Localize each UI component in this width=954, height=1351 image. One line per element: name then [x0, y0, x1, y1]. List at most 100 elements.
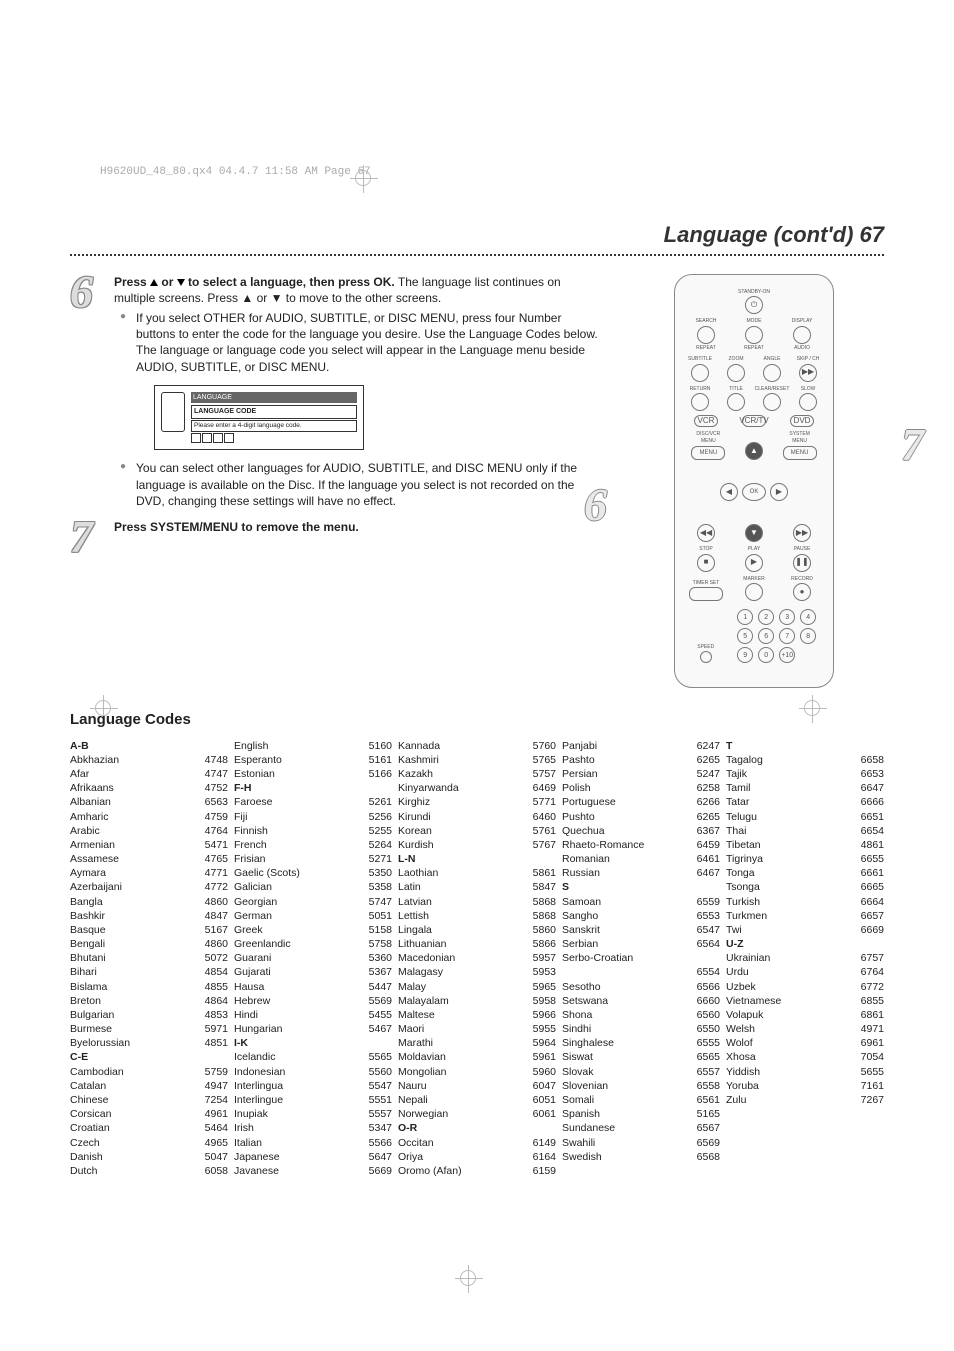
language-code: 5747 — [356, 895, 392, 909]
code-row: Interlingua5547 — [234, 1079, 392, 1093]
code-row: Kurdish5767 — [398, 838, 556, 852]
language-code: 6459 — [684, 838, 720, 852]
code-row: French5264 — [234, 838, 392, 852]
source-button: DVD — [790, 415, 814, 427]
language-code: 6757 — [848, 951, 884, 965]
row1-button — [697, 326, 715, 344]
language-name: Byelorussian — [70, 1036, 192, 1050]
code-column: TTagalog6658Tajik6653Tamil6647Tatar6666T… — [726, 739, 884, 1178]
row2-button — [691, 364, 709, 382]
number-button: +10 — [779, 647, 795, 663]
language-code: 5158 — [356, 923, 392, 937]
code-row: Finnish5255 — [234, 824, 392, 838]
number-button: 6 — [758, 628, 774, 644]
language-name: Dutch — [70, 1164, 192, 1178]
language-name: Sesotho — [562, 980, 684, 994]
language-code: 7267 — [848, 1093, 884, 1107]
code-row: Nepali6051 — [398, 1093, 556, 1107]
code-row: Norwegian6061 — [398, 1107, 556, 1121]
language-name: Abkhazian — [70, 753, 192, 767]
code-row: Tsonga6665 — [726, 880, 884, 894]
code-row: Basque5167 — [70, 923, 228, 937]
language-name: Singhalese — [562, 1036, 684, 1050]
language-name: Mongolian — [398, 1065, 520, 1079]
language-code: 4748 — [192, 753, 228, 767]
code-row: Welsh4971 — [726, 1022, 884, 1036]
language-name: Turkish — [726, 895, 848, 909]
code-row: Kashmiri5765 — [398, 753, 556, 767]
language-code: 6653 — [848, 767, 884, 781]
language-code: 6367 — [684, 824, 720, 838]
language-code: 6855 — [848, 994, 884, 1008]
code-row: Hindi5455 — [234, 1008, 392, 1022]
code-row: Macedonian5957 — [398, 951, 556, 965]
code-row: Maltese5966 — [398, 1008, 556, 1022]
language-code: 6564 — [684, 937, 720, 951]
language-name: Bislama — [70, 980, 192, 994]
language-code: 5860 — [520, 923, 556, 937]
code-row: Urdu6764 — [726, 965, 884, 979]
code-row: Wolof6961 — [726, 1036, 884, 1050]
left-button: ◀ — [720, 483, 738, 501]
language-name: Georgian — [234, 895, 356, 909]
osd-title: LANGUAGE CODE — [191, 405, 357, 418]
code-row: Dutch6058 — [70, 1164, 228, 1178]
language-code: 4965 — [192, 1136, 228, 1150]
language-code: 4847 — [192, 909, 228, 923]
code-row: Marathi5964 — [398, 1036, 556, 1050]
code-row: Tatar6666 — [726, 795, 884, 809]
code-row: Indonesian5560 — [234, 1065, 392, 1079]
code-row: Spanish5165 — [562, 1107, 720, 1121]
language-code: 5255 — [356, 824, 392, 838]
playback-button: ■ — [697, 554, 715, 572]
extra-button — [745, 583, 763, 601]
code-row: Swedish6568 — [562, 1150, 720, 1164]
language-code: 5960 — [520, 1065, 556, 1079]
code-row: Pashto6265 — [562, 753, 720, 767]
language-code: 6247 — [684, 739, 720, 753]
language-code: 4860 — [192, 895, 228, 909]
language-code: 5464 — [192, 1121, 228, 1135]
code-row: Bengali4860 — [70, 937, 228, 951]
code-row: Singhalese6555 — [562, 1036, 720, 1050]
language-name: Zulu — [726, 1093, 848, 1107]
code-row: Croatian5464 — [70, 1121, 228, 1135]
language-name: Tamil — [726, 781, 848, 795]
language-name: Maltese — [398, 1008, 520, 1022]
code-row: Corsican4961 — [70, 1107, 228, 1121]
code-row: Shona6560 — [562, 1008, 720, 1022]
language-code: 5160 — [356, 739, 392, 753]
crop-mark-icon — [460, 1270, 476, 1286]
code-row: Yoruba7161 — [726, 1079, 884, 1093]
code-row: Panjabi6247 — [562, 739, 720, 753]
language-code: 6265 — [684, 753, 720, 767]
code-row: German5051 — [234, 909, 392, 923]
language-name: Rhaeto-Romance — [562, 838, 684, 852]
language-code: 7254 — [192, 1093, 228, 1107]
language-code: 5047 — [192, 1150, 228, 1164]
language-name: Yoruba — [726, 1079, 848, 1093]
code-row: Albanian6563 — [70, 795, 228, 809]
language-code: 4971 — [848, 1022, 884, 1036]
language-code: 6565 — [684, 1050, 720, 1064]
number-button: 5 — [737, 628, 753, 644]
code-row: Ukrainian6757 — [726, 951, 884, 965]
code-row: Thai6654 — [726, 824, 884, 838]
language-code: 6561 — [684, 1093, 720, 1107]
code-row: Bulgarian4853 — [70, 1008, 228, 1022]
code-row: Xhosa7054 — [726, 1050, 884, 1064]
language-code: 5051 — [356, 909, 392, 923]
language-code: 5455 — [356, 1008, 392, 1022]
language-name: Burmese — [70, 1022, 192, 1036]
code-row: Lingala5860 — [398, 923, 556, 937]
code-row: Laothian5861 — [398, 866, 556, 880]
language-code: 5957 — [520, 951, 556, 965]
language-name: Croatian — [70, 1121, 192, 1135]
code-row: Greenlandic5758 — [234, 937, 392, 951]
code-row: Oriya6164 — [398, 1150, 556, 1164]
language-name: Faroese — [234, 795, 356, 809]
code-row: Setswana6660 — [562, 994, 720, 1008]
language-name: Maori — [398, 1022, 520, 1036]
step-6-title: Press or to select a language, then pres… — [114, 274, 604, 306]
language-code: 6553 — [684, 909, 720, 923]
